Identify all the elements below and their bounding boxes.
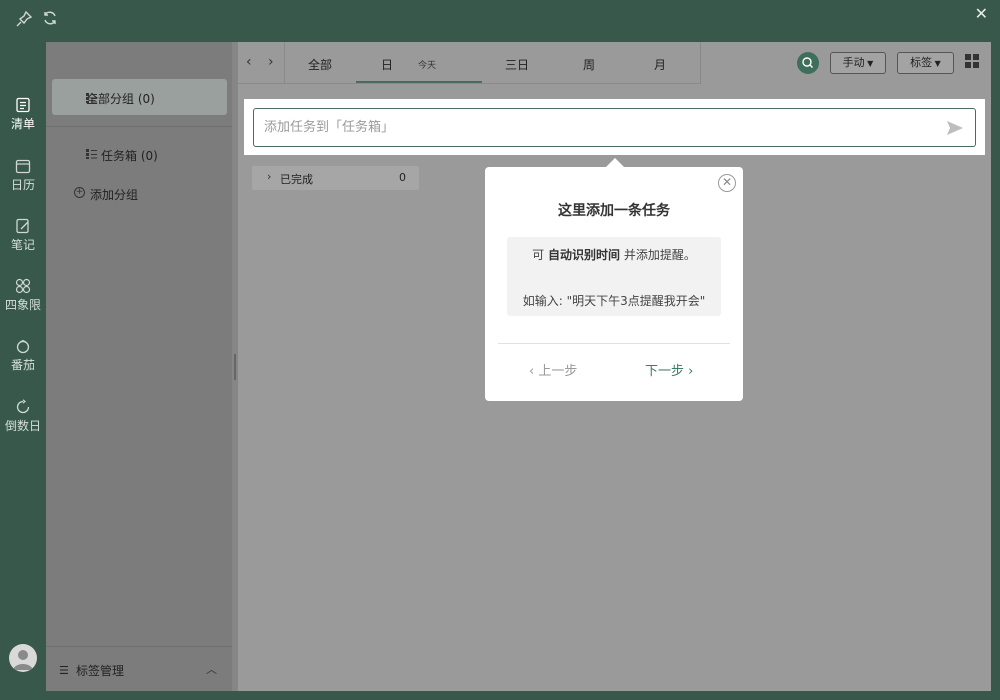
rail-label: 番茄 (10, 358, 35, 372)
chevron-left-icon[interactable]: ‹ (246, 54, 252, 70)
popup-hint: 可 自动识别时间 并添加提醒。 (507, 246, 721, 263)
tab-active-indicator (356, 81, 482, 83)
add-task-field[interactable] (253, 108, 976, 147)
nav-rail: 清单 日历 笔记 四象限 番茄 倒数日 (0, 42, 46, 700)
grid-view-icon[interactable] (965, 54, 979, 68)
rail-item-calendar[interactable]: 日历 (0, 158, 46, 208)
view-tab-bar: ‹ › 全部 日 今天 三日 周 月 (238, 42, 700, 84)
previous-step-button[interactable]: ‹ 上一步 (529, 360, 577, 379)
quadrant-icon (15, 278, 31, 294)
tag-filter-dropdown[interactable]: 标签 ▼ (897, 52, 954, 74)
rail-label: 日历 (10, 178, 35, 192)
chevron-up-icon[interactable]: ︿ (206, 661, 217, 677)
sync-icon[interactable] (40, 10, 60, 30)
popup-hint-suffix: 并添加提醒。 (620, 248, 696, 262)
add-task-input[interactable] (254, 109, 934, 146)
chevron-right-icon: › (684, 364, 694, 379)
tab-today-badge: 今天 (418, 61, 437, 71)
sort-mode-label: 手动 (842, 56, 865, 69)
previous-step-label: 上一步 (538, 364, 578, 379)
group-icon (86, 93, 97, 103)
rail-item-tomato[interactable]: 番茄 (0, 338, 46, 388)
tab-day[interactable]: 日 (381, 56, 393, 73)
popup-title: 这里添加一条任务 (558, 203, 670, 219)
chevron-right-icon: › (267, 170, 272, 183)
rail-label: 笔记 (10, 238, 35, 252)
caret-down-icon: ▼ (932, 59, 941, 68)
rail-label: 倒数日 (4, 419, 41, 433)
tag-list-icon: ☰ (59, 664, 69, 677)
note-icon (16, 218, 29, 234)
completed-label: 已完成 (280, 173, 313, 186)
calendar-icon (15, 159, 31, 174)
tag-filter-label: 标签 (910, 56, 933, 69)
chevron-left-icon: ‹ (529, 364, 539, 379)
group-sidebar: 全部分组 (0) 任务箱 (0) + 添加分组 ☰ 标签管理 ︿ (46, 42, 232, 691)
sidebar-item-inbox[interactable]: 任务箱 (0) (80, 142, 220, 166)
next-step-label: 下一步 (645, 364, 685, 379)
popup-hint-prefix: 可 (532, 248, 548, 262)
tab-week[interactable]: 周 (583, 56, 595, 73)
search-icon (802, 57, 813, 68)
search-button[interactable] (797, 52, 819, 74)
rail-item-list[interactable]: 清单 (0, 97, 46, 147)
onboarding-popup: ✕ 这里添加一条任务 可 自动识别时间 并添加提醒。 如输入: "明天下午3点提… (485, 167, 743, 401)
tag-manage-bar[interactable]: ☰ 标签管理 ︿ (46, 646, 232, 691)
title-bar: ✕ (0, 0, 1000, 42)
completed-section[interactable]: › 已完成 0 (252, 166, 419, 190)
rail-label: 清单 (10, 117, 35, 131)
rail-item-quadrant[interactable]: 四象限 (0, 278, 46, 328)
close-icon[interactable]: ✕ (718, 174, 736, 192)
toolbar-right: 手动 ▼ 标签 ▼ (700, 42, 991, 84)
popup-body: 可 自动识别时间 并添加提醒。 如输入: "明天下午3点提醒我开会" (507, 237, 721, 316)
sidebar-item-label: 任务箱 (0) (101, 149, 158, 163)
add-group-label: 添加分组 (90, 188, 139, 202)
rail-item-notes[interactable]: 笔记 (0, 218, 46, 268)
list-icon (16, 97, 30, 113)
group-icon (86, 149, 97, 159)
plus-circle-icon: + (74, 187, 85, 198)
tab-all[interactable]: 全部 (308, 56, 332, 73)
popup-example: 如输入: "明天下午3点提醒我开会" (522, 294, 706, 308)
next-step-button[interactable]: 下一步 › (645, 360, 693, 379)
chevron-right-icon[interactable]: › (268, 54, 274, 70)
tab-month[interactable]: 月 (654, 56, 666, 73)
sidebar-item-all-groups[interactable]: 全部分组 (0) (52, 79, 227, 115)
popup-divider (498, 343, 730, 344)
sidebar-divider (46, 126, 232, 127)
caret-down-icon: ▼ (864, 59, 874, 68)
tomato-icon (16, 339, 30, 354)
send-icon[interactable] (945, 118, 965, 138)
add-group-button[interactable]: + 添加分组 (74, 184, 194, 204)
popup-hint-bold: 自动识别时间 (547, 248, 620, 262)
close-window-button[interactable]: ✕ (975, 4, 988, 23)
rail-item-countdown[interactable]: 倒数日 (0, 399, 46, 449)
rail-label: 四象限 (4, 298, 41, 312)
countdown-icon (16, 399, 30, 414)
user-avatar[interactable] (9, 644, 37, 672)
tag-manage-label: 标签管理 (76, 664, 125, 678)
pin-icon[interactable] (14, 10, 34, 30)
popup-pointer (606, 158, 624, 167)
sort-mode-dropdown[interactable]: 手动 ▼ (830, 52, 886, 74)
tab-three-days[interactable]: 三日 (505, 56, 529, 73)
completed-count: 0 (399, 171, 406, 184)
